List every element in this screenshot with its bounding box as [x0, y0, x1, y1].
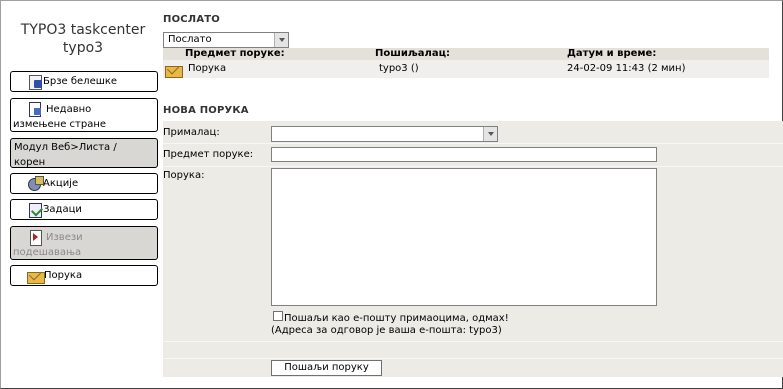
main-panel: ПОСЛАТО Послато Предмет поруке: Пошиљала…: [163, 1, 783, 389]
chevron-down-icon[interactable]: [274, 33, 288, 47]
app-title-line1: TYPO3 taskcenter: [20, 22, 146, 38]
sidebar-item-label-line1: Модул Веб>Листа /: [14, 142, 117, 153]
row-divider: [163, 358, 783, 359]
recipient-select[interactable]: [271, 126, 498, 142]
row-divider: [163, 143, 783, 144]
row-subject[interactable]: Порука: [188, 60, 226, 78]
sidebar-item-web-list[interactable]: Модул Веб>Листа / корен: [10, 138, 158, 168]
sidebar-item-tasks[interactable]: Задаци: [10, 199, 158, 220]
sent-section-title: ПОСЛАТО: [163, 14, 220, 25]
sidebar-item-recent-pages[interactable]: Недавно измењене стране: [10, 98, 158, 132]
task-icon: [27, 202, 43, 218]
send-as-email-checkbox[interactable]: [273, 311, 283, 321]
row-divider: [163, 166, 783, 167]
sidebar-item-export-settings[interactable]: Извези подешавања: [10, 226, 158, 260]
message-textarea[interactable]: [271, 168, 657, 306]
sidebar-item-label: Брзе белешке: [43, 76, 118, 87]
column-sender[interactable]: Пошиљалац:: [375, 48, 450, 60]
gear-icon: [27, 175, 44, 192]
note-icon: [27, 74, 43, 90]
sidebar-item-label-line2: измењене стране: [13, 119, 107, 130]
chevron-down-icon[interactable]: [483, 127, 497, 141]
sidebar-item-quick-notes[interactable]: Брзе белешке: [10, 71, 158, 92]
reply-address-note: (Адреса за одговор је ваша е-пошта: typo…: [271, 325, 502, 336]
page-icon: [27, 101, 43, 117]
sidebar-item-label-line1: Недавно: [46, 103, 92, 115]
column-datetime[interactable]: Датум и време:: [567, 48, 656, 60]
row-datetime: 24-02-09 11:43 (2 мин): [567, 63, 686, 74]
sent-table-header: Предмет поруке: Пошиљалац: Датум и време…: [163, 48, 769, 60]
new-message-section-title: НОВА ПОРУКА: [163, 105, 249, 116]
new-message-form: Прималац: Предмет поруке: Порука: Пошаљи…: [163, 121, 783, 377]
sidebar-item-message[interactable]: Порука: [10, 265, 158, 286]
row-sender: typo3 (): [379, 63, 419, 74]
sidebar-item-label: Порука: [44, 270, 83, 281]
app-title-line2: typo3: [62, 40, 104, 56]
sent-filter-select[interactable]: Послато: [163, 32, 289, 48]
send-as-email-label: Пошаљи као е-пошту примаоцима, одмах!: [284, 313, 509, 324]
sidebar-item-actions[interactable]: Акције: [10, 173, 158, 194]
recipient-label: Прималац:: [163, 127, 220, 138]
table-row[interactable]: Порука typo3 () 24-02-09 11:43 (2 мин): [163, 60, 769, 78]
row-divider: [163, 341, 783, 342]
send-message-button[interactable]: Пошаљи поруку: [271, 360, 382, 376]
mail-icon: [27, 268, 45, 284]
sidebar-item-label: Задаци: [43, 204, 82, 215]
sidebar-item-label-line2: подешавања: [13, 247, 82, 258]
sidebar-item-label: Акције: [43, 178, 79, 189]
app-title: TYPO3 taskcenter typo3: [3, 21, 163, 57]
subject-input[interactable]: [271, 147, 657, 162]
subject-label: Предмет поруке:: [163, 149, 254, 160]
taskcenter-window: TYPO3 taskcenter typo3 Брзе белешке Неда…: [0, 0, 783, 389]
message-label: Порука:: [163, 170, 205, 181]
mail-icon: [165, 62, 183, 78]
sidebar-item-label-line2: корен: [14, 157, 46, 168]
sent-filter-value: Послато: [168, 34, 212, 45]
sidebar-item-label-line1: Извези: [46, 231, 83, 243]
column-subject[interactable]: Предмет поруке:: [185, 48, 285, 60]
export-icon: [27, 229, 43, 246]
